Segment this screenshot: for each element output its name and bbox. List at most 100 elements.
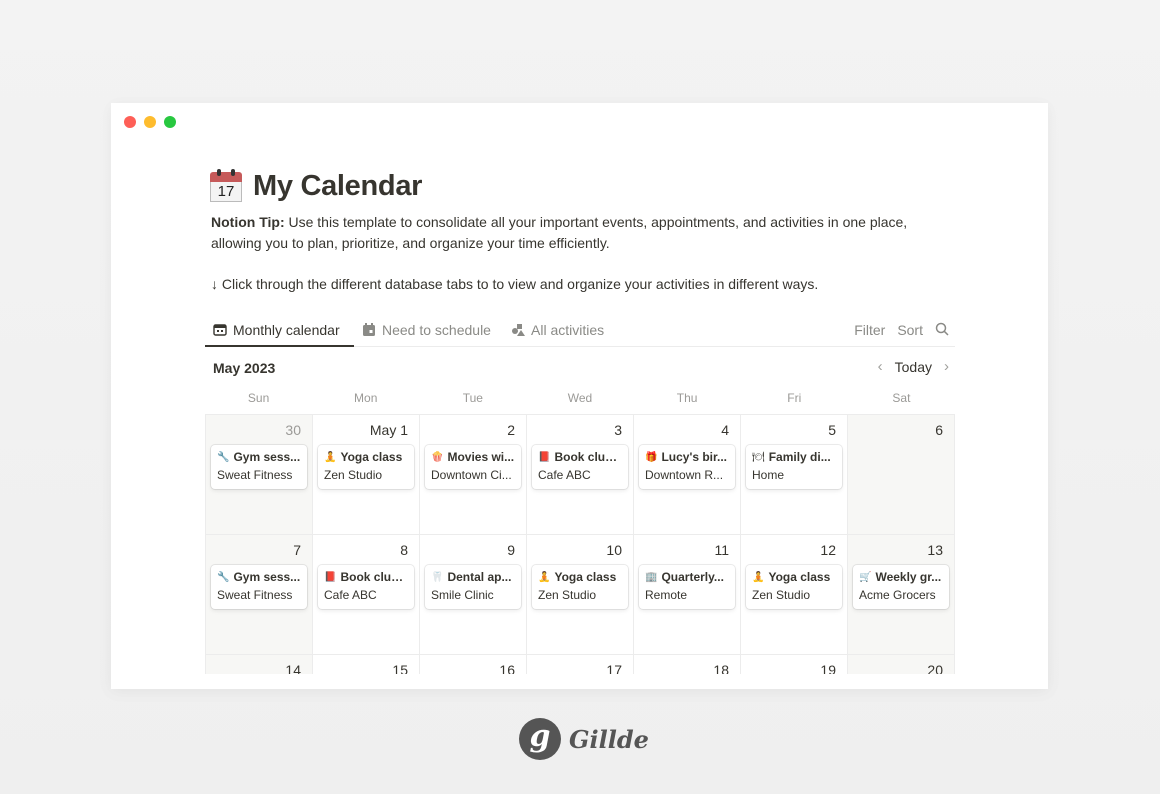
event-card[interactable]: 🎁 Lucy's bir... Downtown R... [639,445,735,489]
day-number: 11 [714,542,729,558]
day-number: 9 [507,542,515,558]
event-location: Smile Clinic [431,588,494,602]
day-cell[interactable]: 5 🍽 Family di... Home [741,415,848,535]
filter-button[interactable]: Filter [854,322,885,338]
window-controls [124,116,176,128]
day-number: 2 [507,422,515,438]
day-number: 4 [721,422,729,438]
day-number: 3 [614,422,622,438]
weekday-label: Tue [462,391,483,405]
event-title: 🔧 Gym sess... [217,450,301,465]
weekday-label: Thu [676,391,698,405]
day-cell[interactable]: 8 📕 Book club... Cafe ABC [313,535,420,655]
event-card[interactable]: 📕 Book club... Cafe ABC [532,445,628,489]
event-title-text: Gym sess... [233,570,301,584]
page-title[interactable]: My Calendar [253,170,422,203]
day-cell[interactable]: 4 🎁 Lucy's bir... Downtown R... [634,415,741,535]
weekday-label: Wed [567,391,593,405]
event-title-text: Quarterly... [661,570,724,584]
calendar-icon[interactable]: 17 [209,169,243,203]
event-title: 🍿 Movies wi... [431,450,515,465]
day-cell[interactable]: 17 [527,655,634,674]
search-icon[interactable] [935,322,949,339]
day-number: 6 [935,422,943,438]
month-label: May 2023 [213,360,276,376]
hint-text: Click through the different database tab… [218,276,819,292]
event-card[interactable]: 🔧 Gym sess... Sweat Fitness [211,565,307,609]
tabs-hint: ↓ Click through the different database t… [211,274,818,295]
event-title-text: Book club... [340,570,408,584]
tab-need-to-schedule[interactable]: Need to schedule [362,318,491,342]
event-card[interactable]: 📕 Book club... Cafe ABC [318,565,414,609]
event-title: 📕 Book club... [324,570,408,585]
event-card[interactable]: 🧘 Yoga class Zen Studio [532,565,628,609]
day-cell[interactable]: 7 🔧 Gym sess... Sweat Fitness [206,535,313,655]
event-card[interactable]: 🏢 Quarterly... Remote [639,565,735,609]
app-window: 17 My Calendar Notion Tip: Use this temp… [111,103,1048,689]
day-cell[interactable]: 14 [206,655,313,674]
day-cell[interactable]: 18 [634,655,741,674]
tab-label: Monthly calendar [233,322,340,338]
event-location: Zen Studio [324,468,383,482]
day-cell[interactable]: 9 🦷 Dental ap... Smile Clinic [420,535,527,655]
event-location: Acme Grocers [859,588,936,602]
weekday-label: Sat [892,391,911,405]
day-cell[interactable]: 11 🏢 Quarterly... Remote [634,535,741,655]
day-cell[interactable]: 20 [848,655,955,674]
day-cell[interactable]: 15 [313,655,420,674]
tab-all-activities[interactable]: All activities [511,318,604,342]
calendar-clip-icon [362,323,376,337]
page-header: 17 My Calendar [209,169,422,203]
event-emoji-icon: 🔧 [217,452,230,463]
event-card[interactable]: 🍿 Movies wi... Downtown Ci... [425,445,521,489]
event-emoji-icon: 🍽 [752,452,765,463]
today-button[interactable]: Today [895,359,932,375]
event-location: Zen Studio [752,588,811,602]
day-cell[interactable]: 3 📕 Book club... Cafe ABC [527,415,634,535]
day-cell[interactable]: 2 🍿 Movies wi... Downtown Ci... [420,415,527,535]
chevron-right-icon[interactable]: › [944,358,949,375]
event-location: Remote [645,588,688,602]
event-card[interactable]: 🛒 Weekly gr... Acme Grocers [853,565,949,609]
tab-monthly-calendar[interactable]: Monthly calendar [213,318,340,342]
event-card[interactable]: 🧘 Yoga class Zen Studio [318,445,414,489]
brand-name: Gillde [569,724,649,754]
event-card[interactable]: 🧘 Yoga class Zen Studio [746,565,842,609]
day-cell[interactable]: 12 🧘 Yoga class Zen Studio [741,535,848,655]
tip-text: Use this template to consolidate all you… [211,214,908,251]
event-card[interactable]: 🔧 Gym sess... Sweat Fitness [211,445,307,489]
event-location: Downtown Ci... [431,468,512,482]
day-cell[interactable]: 13 🛒 Weekly gr... Acme Grocers [848,535,955,655]
sort-button[interactable]: Sort [897,322,923,338]
zoom-window-button[interactable] [164,116,176,128]
event-title-text: Weekly gr... [875,570,942,584]
day-cell[interactable]: 30 🔧 Gym sess... Sweat Fitness [206,415,313,535]
day-cell[interactable]: 6 [848,415,955,535]
event-card[interactable]: 🦷 Dental ap... Smile Clinic [425,565,521,609]
chevron-left-icon[interactable]: ‹ [878,358,883,375]
event-location: Cafe ABC [324,588,377,602]
event-emoji-icon: 🧘 [752,572,765,583]
event-emoji-icon: 🔧 [217,572,230,583]
day-cell[interactable]: 10 🧘 Yoga class Zen Studio [527,535,634,655]
event-title-text: Book club... [554,450,622,464]
event-emoji-icon: 📕 [324,572,337,583]
day-cell[interactable]: 16 [420,655,527,674]
event-card[interactable]: 🍽 Family di... Home [746,445,842,489]
day-number: 16 [499,662,515,674]
calendar-grid-icon [213,323,227,337]
event-emoji-icon: 🧘 [538,572,551,583]
event-title: 🔧 Gym sess... [217,570,301,585]
event-location: Home [752,468,785,482]
event-location: Cafe ABC [538,468,591,482]
calendar-nav: ‹ Today › [878,358,949,375]
day-cell[interactable]: May 1 🧘 Yoga class Zen Studio [313,415,420,535]
event-emoji-icon: 🎁 [645,452,658,463]
minimize-window-button[interactable] [144,116,156,128]
event-title: 🧘 Yoga class [324,450,408,465]
shapes-icon [511,323,525,337]
day-cell[interactable]: 19 [741,655,848,674]
event-emoji-icon: 🧘 [324,452,337,463]
close-window-button[interactable] [124,116,136,128]
event-title-text: Yoga class [554,570,617,584]
